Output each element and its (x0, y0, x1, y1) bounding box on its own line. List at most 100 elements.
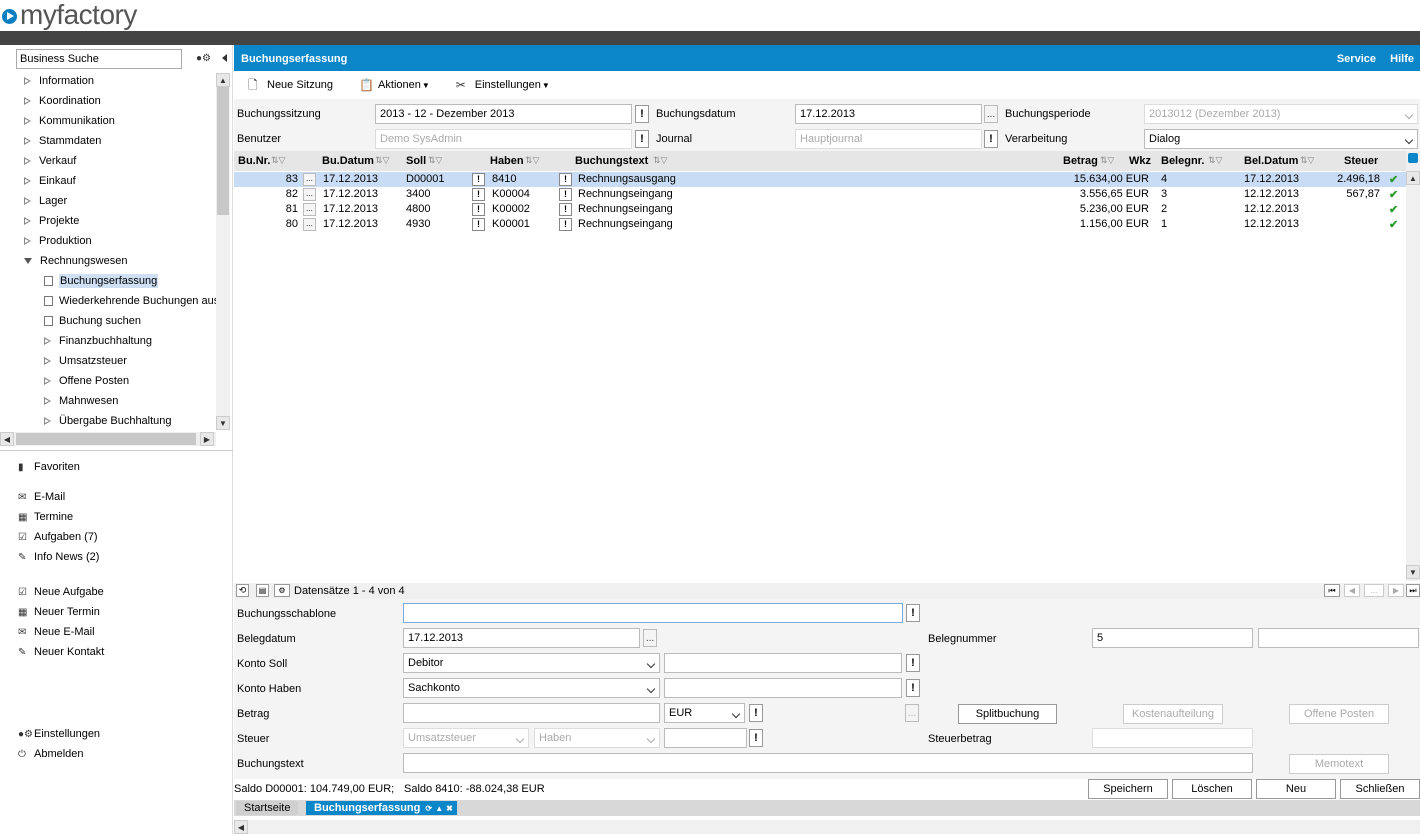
print-icon[interactable]: ▤ (256, 584, 269, 597)
col-soll[interactable]: Soll (406, 155, 426, 167)
soll-info-icon[interactable]: ! (472, 203, 485, 216)
table-row[interactable]: 81... 17.12.2013 4800! K00002! Rechnungseing… (234, 202, 1406, 217)
expand-icon[interactable] (24, 237, 31, 245)
sidebar-item[interactable]: Buchung suchen (44, 311, 141, 331)
date-field[interactable]: 17.12.2013 (795, 104, 982, 124)
expand-icon[interactable] (44, 397, 51, 405)
save-button[interactable]: Speichern (1088, 779, 1168, 799)
session-lookup-button[interactable]: ! (635, 105, 649, 123)
col-beldatum[interactable]: Bel.Datum (1244, 155, 1298, 167)
sidebar-link[interactable]: ✎ Neuer Kontakt (18, 642, 104, 662)
sidebar-item[interactable]: Wiederkehrende Buchungen aus (44, 291, 219, 311)
sidebar-item[interactable]: Mahnwesen (44, 391, 118, 411)
tab-close-icon[interactable]: ✖ (446, 804, 453, 813)
collapse-icon[interactable] (24, 258, 32, 264)
expand-icon[interactable] (24, 117, 31, 125)
konto-haben-type-select[interactable]: Sachkonto (403, 678, 660, 698)
sort-icon[interactable]: ⇅▽ (525, 155, 539, 166)
settings-link[interactable]: ●⚙ Einstellungen (18, 724, 100, 744)
col-datum[interactable]: Bu.Datum (322, 155, 374, 167)
scroll-up-icon[interactable]: ▲ (216, 73, 230, 87)
session-field[interactable]: 2013 - 12 - Dezember 2013 (375, 104, 632, 124)
row-menu-icon[interactable]: ... (303, 203, 316, 216)
soll-info-icon[interactable]: ! (472, 173, 485, 186)
expand-icon[interactable] (24, 217, 31, 225)
belegnummer-field[interactable]: 5 (1092, 628, 1253, 648)
tab-startseite[interactable]: Startseite (236, 801, 299, 815)
belegdatum-picker-button[interactable]: ... (643, 629, 657, 647)
favorites-link[interactable]: ▮ Favoriten (18, 457, 80, 477)
column-settings-icon[interactable] (1408, 153, 1418, 163)
collapse-sidebar-icon[interactable] (222, 54, 227, 62)
row-menu-icon[interactable]: ... (303, 173, 316, 186)
delete-button[interactable]: Löschen (1172, 779, 1252, 799)
scroll-thumb[interactable] (217, 87, 229, 215)
template-lookup-button[interactable]: ! (906, 604, 920, 622)
steuerbetrag-field[interactable] (1092, 728, 1253, 748)
sidebar-item[interactable]: Lager (24, 191, 67, 211)
sidebar-item[interactable]: Offene Posten (44, 371, 129, 391)
sort-icon[interactable]: ⇅▽ (428, 155, 442, 166)
journal-field[interactable]: Hauptjournal (795, 129, 982, 149)
tab-pin-icon[interactable]: ▲ (435, 804, 443, 813)
sidebar-item[interactable]: Koordination (24, 91, 101, 111)
currency-lookup-button[interactable]: ! (749, 704, 763, 722)
split-booking-button[interactable]: Splitbuchung (958, 704, 1057, 724)
konto-soll-lookup-button[interactable]: ! (906, 654, 920, 672)
sort-icon[interactable]: ⇅▽ (375, 155, 389, 166)
sidebar-item[interactable]: Stammdaten (24, 131, 101, 151)
konto-soll-type-select[interactable]: Debitor (403, 653, 660, 673)
refresh-icon[interactable]: ⟲ (236, 584, 249, 597)
open-items-button[interactable]: Offene Posten (1289, 704, 1389, 724)
sidebar-item[interactable]: Umsatzsteuer (44, 351, 127, 371)
sidebar-item[interactable]: Projekte (24, 211, 79, 231)
expand-icon[interactable] (24, 157, 31, 165)
expand-icon[interactable] (44, 377, 51, 385)
expand-icon[interactable] (24, 137, 31, 145)
row-menu-icon[interactable]: ... (303, 188, 316, 201)
template-field[interactable] (403, 603, 903, 623)
new-button[interactable]: Neu (1256, 779, 1336, 799)
currency-select[interactable]: EUR (664, 703, 745, 723)
col-steuer[interactable]: Steuer (1344, 155, 1378, 167)
sidebar-link[interactable]: ☑ Aufgaben (7) (18, 527, 98, 547)
sidebar-item[interactable]: Buchungserfassung (44, 271, 159, 291)
konto-soll-field[interactable] (664, 653, 902, 673)
new-session-button[interactable]: 🗋 Neue Sitzung (248, 78, 333, 92)
expand-icon[interactable] (24, 77, 31, 85)
scroll-left-icon[interactable]: ◀ (0, 432, 14, 446)
last-page-icon[interactable]: ⏭ (1406, 584, 1420, 597)
journal-lookup-button[interactable]: ! (984, 130, 998, 148)
sidebar-item[interactable]: Information (24, 71, 94, 91)
sidebar-item[interactable]: Rechnungswesen (24, 251, 127, 271)
expand-icon[interactable] (44, 337, 51, 345)
close-button[interactable]: Schließen (1340, 779, 1420, 799)
betrag-field[interactable] (403, 703, 660, 723)
col-wkz[interactable]: Wkz (1129, 155, 1151, 167)
soll-info-icon[interactable]: ! (472, 188, 485, 201)
konto-haben-lookup-button[interactable]: ! (906, 679, 920, 697)
col-betrag[interactable]: Betrag (1063, 155, 1098, 167)
konto-haben-field[interactable] (664, 678, 902, 698)
grid-settings-icon[interactable]: ⚙ (274, 584, 290, 597)
sort-icon[interactable]: ⇅▽ (1208, 155, 1222, 166)
row-menu-icon[interactable]: ... (303, 218, 316, 231)
haben-info-icon[interactable]: ! (559, 188, 572, 201)
scroll-thumb-h[interactable] (16, 433, 196, 445)
sidebar-vertical-scrollbar[interactable]: ▲ ▼ (216, 73, 230, 430)
tab-buchungserfassung[interactable]: Buchungserfassung ⟳ ▲ ✖ (306, 801, 457, 815)
sidebar-link[interactable]: ☑ Neue Aufgabe (18, 582, 104, 602)
logout-link[interactable]: ⏻ Abmelden (18, 744, 84, 764)
expand-icon[interactable] (24, 177, 31, 185)
expand-icon[interactable] (44, 357, 51, 365)
memo-button[interactable]: Memotext (1289, 754, 1389, 774)
table-row[interactable]: 82... 17.12.2013 3400! K00004! Rechnungseing… (234, 187, 1406, 202)
sidebar-item[interactable]: Übergabe Buchhaltung (44, 411, 172, 431)
expand-icon[interactable] (24, 197, 31, 205)
grid-vertical-scrollbar[interactable]: ▲ ▼ (1406, 151, 1420, 581)
col-nr[interactable]: Bu.Nr. (238, 155, 270, 167)
cost-allocation-button[interactable]: Kostenaufteilung (1123, 704, 1223, 724)
sort-icon[interactable]: ⇅▽ (271, 155, 285, 166)
sidebar-link[interactable]: ✉ E-Mail (18, 487, 65, 507)
belegnummer-extra-field[interactable] (1258, 628, 1419, 648)
